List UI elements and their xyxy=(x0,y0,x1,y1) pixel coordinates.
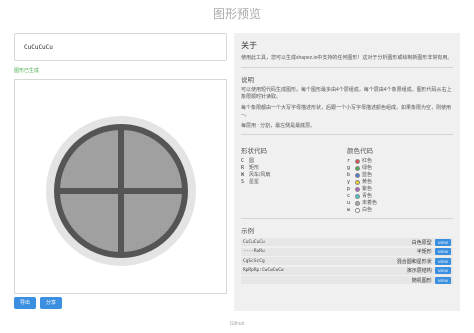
explain-paragraph-2: 每个象限都由一个大写字母描述形状，后跟一个小写字母描述颜色组成。如果象限为空，则… xyxy=(241,104,452,119)
view-example-button[interactable]: VIEW xyxy=(434,267,451,274)
example-row: RpRpRp:CwCwCwCw 演示层结构 VIEW xyxy=(241,266,453,275)
github-link[interactable]: Github xyxy=(0,321,474,327)
explain-title: 说明 xyxy=(241,76,254,84)
color-code-item: w 白色 xyxy=(347,207,373,213)
color-swatch-icon xyxy=(355,201,360,206)
shape-code-item: R 矩形 xyxy=(241,165,260,171)
color-swatch-icon xyxy=(355,180,360,185)
example-row: CgScScCg 混合圆和星形状 VIEW xyxy=(241,257,453,265)
color-codes-list: 颜色代码 r 红色 g 绿色 b 蓝色 y 黄色 p 紫色 c 青色 u 未着色 w 白色 xyxy=(347,139,453,214)
shape-codes-list: 形状代码 C圆 R 矩形 W 风车/风扇 S 星星 xyxy=(241,139,347,214)
examples-title: 示例 xyxy=(241,228,254,235)
status-message: 图形已生成 xyxy=(14,68,40,74)
color-code-item: p 紫色 xyxy=(347,186,373,192)
shape-preview-canvas xyxy=(14,79,227,294)
example-row: 随机图形 VIEW xyxy=(241,276,453,284)
view-example-button[interactable]: VIEW xyxy=(434,276,451,284)
shape-code-item: C圆 xyxy=(241,158,255,164)
color-swatch-icon xyxy=(355,194,360,199)
about-text: 使用此工具，您可以生成shapez.io中支持的任何图形！这对于分析图形或绘制新… xyxy=(241,55,453,61)
view-example-button[interactable]: VIEW xyxy=(434,238,451,246)
share-button[interactable]: 分享 xyxy=(40,297,63,309)
about-title: 关于 xyxy=(241,41,257,50)
shape-code-item: W 风车/风扇 xyxy=(241,172,271,178)
color-code-item: b 蓝色 xyxy=(347,172,373,178)
explain-paragraph-1: 可以使用短代码生成图形。每个图形最多由4个层组成，每个层由4个象限组成。图形代码… xyxy=(241,86,452,101)
color-swatch-icon xyxy=(355,159,360,164)
color-code-item: g 绿色 xyxy=(347,165,373,171)
page-title: 图形预览 xyxy=(212,7,261,21)
explain-paragraph-3: 每层用 : 分割，最左侧是最底层。 xyxy=(241,122,316,129)
help-panel: 关于 使用此工具，您可以生成shapez.io中支持的任何图形！这对于分析图形或… xyxy=(234,33,460,311)
shape-code-input[interactable]: CuCuCuCu xyxy=(14,33,227,61)
color-codes-title: 颜色代码 xyxy=(347,148,373,155)
example-row: ----RuRu 半矩形 VIEW xyxy=(241,247,453,256)
view-example-button[interactable]: VIEW xyxy=(434,257,451,265)
shape-codes-title: 形状代码 xyxy=(241,148,267,155)
color-code-item: u 未着色 xyxy=(347,200,378,206)
color-code-item: r 红色 xyxy=(347,158,373,164)
color-swatch-icon xyxy=(355,187,360,192)
view-example-button[interactable]: VIEW xyxy=(434,248,451,255)
color-swatch-icon xyxy=(355,208,360,213)
color-code-item: y 黄色 xyxy=(347,179,373,185)
export-button[interactable]: 导出 xyxy=(14,297,37,309)
shape-code-item: S 星星 xyxy=(241,179,260,185)
example-row: CuCuCuCu 白色原型 VIEW xyxy=(241,238,453,246)
color-swatch-icon xyxy=(355,166,360,171)
color-code-item: c 青色 xyxy=(347,193,373,199)
color-swatch-icon xyxy=(355,173,360,178)
